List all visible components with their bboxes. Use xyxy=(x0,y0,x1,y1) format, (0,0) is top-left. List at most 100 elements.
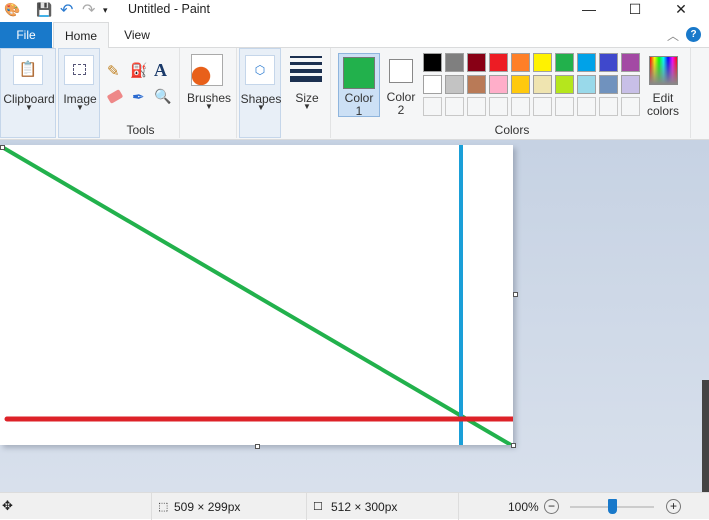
cursor-position-icon: ✥ xyxy=(2,498,13,513)
palette-swatch[interactable] xyxy=(445,75,464,94)
text-icon[interactable]: A xyxy=(154,60,167,81)
palette-swatch[interactable] xyxy=(621,75,640,94)
ribbon: 📋 Clipboard ▼ Image ▼ ✎ ⛽ A ✒ 🔍 Tools Br… xyxy=(0,48,709,140)
custom-color-slot[interactable] xyxy=(467,97,486,116)
tab-file[interactable]: File xyxy=(0,22,52,48)
shapes-button[interactable]: ⬡ Shapes ▼ xyxy=(239,48,281,138)
custom-color-slot[interactable] xyxy=(599,97,618,116)
tab-home[interactable]: Home xyxy=(53,22,109,49)
custom-color-slot[interactable] xyxy=(533,97,552,116)
palette-swatch[interactable] xyxy=(445,53,464,72)
color2-button[interactable]: Color 2 xyxy=(382,53,420,117)
selection-handle[interactable] xyxy=(0,145,5,150)
size-button[interactable]: Size ▼ xyxy=(283,48,331,138)
resize-handle-bottom[interactable] xyxy=(255,444,260,449)
chevron-down-icon: ▼ xyxy=(25,103,33,112)
palette-swatch[interactable] xyxy=(489,75,508,94)
clipboard-icon: 📋 xyxy=(13,55,43,85)
line-size-icon xyxy=(290,56,322,82)
palette-swatch[interactable] xyxy=(423,53,442,72)
green-diagonal-line xyxy=(0,145,513,447)
zoom-in-button[interactable]: + xyxy=(666,499,681,514)
color-picker-icon[interactable]: ✒ xyxy=(132,88,145,106)
palette-swatch[interactable] xyxy=(489,53,508,72)
palette-swatch[interactable] xyxy=(467,53,486,72)
palette-swatch[interactable] xyxy=(621,53,640,72)
chevron-down-icon: ▼ xyxy=(205,102,213,111)
palette-swatch[interactable] xyxy=(533,53,552,72)
drawing-canvas[interactable] xyxy=(0,145,516,447)
edit-colors-label-2: colors xyxy=(646,104,679,118)
status-bar: ✥ ⬚ 509 × 299px ☐ 512 × 300px 100% − + xyxy=(0,492,709,520)
palette-swatch[interactable] xyxy=(599,53,618,72)
palette-swatch[interactable] xyxy=(511,53,530,72)
undo-icon[interactable]: ↶ xyxy=(60,0,73,20)
palette-swatch[interactable] xyxy=(467,75,486,94)
color1-button[interactable]: Color 1 xyxy=(338,53,380,118)
eraser-icon[interactable] xyxy=(106,89,124,104)
close-button[interactable]: ✕ xyxy=(658,0,704,20)
zoom-out-button[interactable]: − xyxy=(544,499,559,514)
clipboard-button[interactable]: 📋 Clipboard ▼ xyxy=(0,48,56,138)
palette-swatch[interactable] xyxy=(423,75,442,94)
image-button[interactable]: Image ▼ xyxy=(58,48,100,138)
title-bar: 🎨 💾 ↶ ↷ ▾ Untitled - Paint — ☐ ✕ xyxy=(0,0,709,20)
resize-handle-right[interactable] xyxy=(513,292,518,297)
brush-icon xyxy=(191,54,223,86)
maximize-button[interactable]: ☐ xyxy=(612,0,658,20)
colors-label: Colors xyxy=(494,123,530,137)
color2-number: 2 xyxy=(397,103,405,117)
chevron-down-icon: ▼ xyxy=(76,103,84,112)
edit-colors-button[interactable]: Edit colors xyxy=(646,53,684,118)
color1-number: 1 xyxy=(355,104,363,118)
ribbon-tabs: File Home View ︿ ? xyxy=(0,22,709,49)
resize-handle-corner[interactable] xyxy=(511,443,516,448)
minimize-button[interactable]: — xyxy=(566,0,612,20)
customize-quick-access-icon[interactable]: ▾ xyxy=(103,5,108,16)
palette-swatch[interactable] xyxy=(577,75,596,94)
help-icon[interactable]: ? xyxy=(686,27,701,42)
zoom-slider-thumb[interactable] xyxy=(608,499,617,514)
pencil-icon[interactable]: ✎ xyxy=(107,62,120,80)
shapes-icon: ⬡ xyxy=(245,55,275,85)
color1-swatch xyxy=(343,57,375,89)
palette-swatch[interactable] xyxy=(599,75,618,94)
select-icon xyxy=(64,55,94,85)
fill-icon[interactable]: ⛽ xyxy=(130,62,147,79)
custom-color-slot[interactable] xyxy=(511,97,530,116)
canvas-size-icon: ☐ xyxy=(313,501,323,513)
palette-swatch[interactable] xyxy=(577,53,596,72)
custom-color-slot[interactable] xyxy=(621,97,640,116)
brushes-button[interactable]: Brushes ▼ xyxy=(181,48,237,138)
window-title: Untitled - Paint xyxy=(128,2,210,16)
chevron-down-icon: ▼ xyxy=(257,103,265,112)
palette-swatch[interactable] xyxy=(533,75,552,94)
custom-color-slot[interactable] xyxy=(423,97,442,116)
canvas-drawing xyxy=(0,145,516,447)
palette-swatch[interactable] xyxy=(511,75,530,94)
colors-group: Color 1 Color 2 Edit colors Colors xyxy=(333,48,691,138)
redo-icon[interactable]: ↷ xyxy=(82,0,95,20)
scrollbar[interactable] xyxy=(702,380,709,492)
custom-color-slot[interactable] xyxy=(555,97,574,116)
magnifier-icon[interactable]: 🔍 xyxy=(154,88,171,105)
color1-label: Color xyxy=(344,91,374,105)
collapse-ribbon-icon[interactable]: ︿ xyxy=(667,27,679,44)
custom-color-slot[interactable] xyxy=(445,97,464,116)
palette-swatch[interactable] xyxy=(555,53,574,72)
selection-size-icon: ⬚ xyxy=(158,501,169,513)
canvas-size: 512 × 300px xyxy=(331,500,398,514)
save-icon[interactable]: 💾 xyxy=(36,2,52,18)
selection-size: 509 × 299px xyxy=(174,500,241,514)
zoom-level: 100% xyxy=(508,500,539,514)
tools-group: ✎ ⛽ A ✒ 🔍 Tools xyxy=(101,48,180,138)
edit-colors-label: Edit xyxy=(652,91,674,105)
custom-color-slot[interactable] xyxy=(577,97,596,116)
color-palette xyxy=(423,53,643,119)
palette-swatch[interactable] xyxy=(555,75,574,94)
tools-label: Tools xyxy=(126,123,155,137)
paint-app-icon[interactable]: 🎨 xyxy=(4,2,20,18)
tab-view[interactable]: View xyxy=(112,22,162,48)
custom-color-slot[interactable] xyxy=(489,97,508,116)
color2-swatch xyxy=(389,59,413,83)
